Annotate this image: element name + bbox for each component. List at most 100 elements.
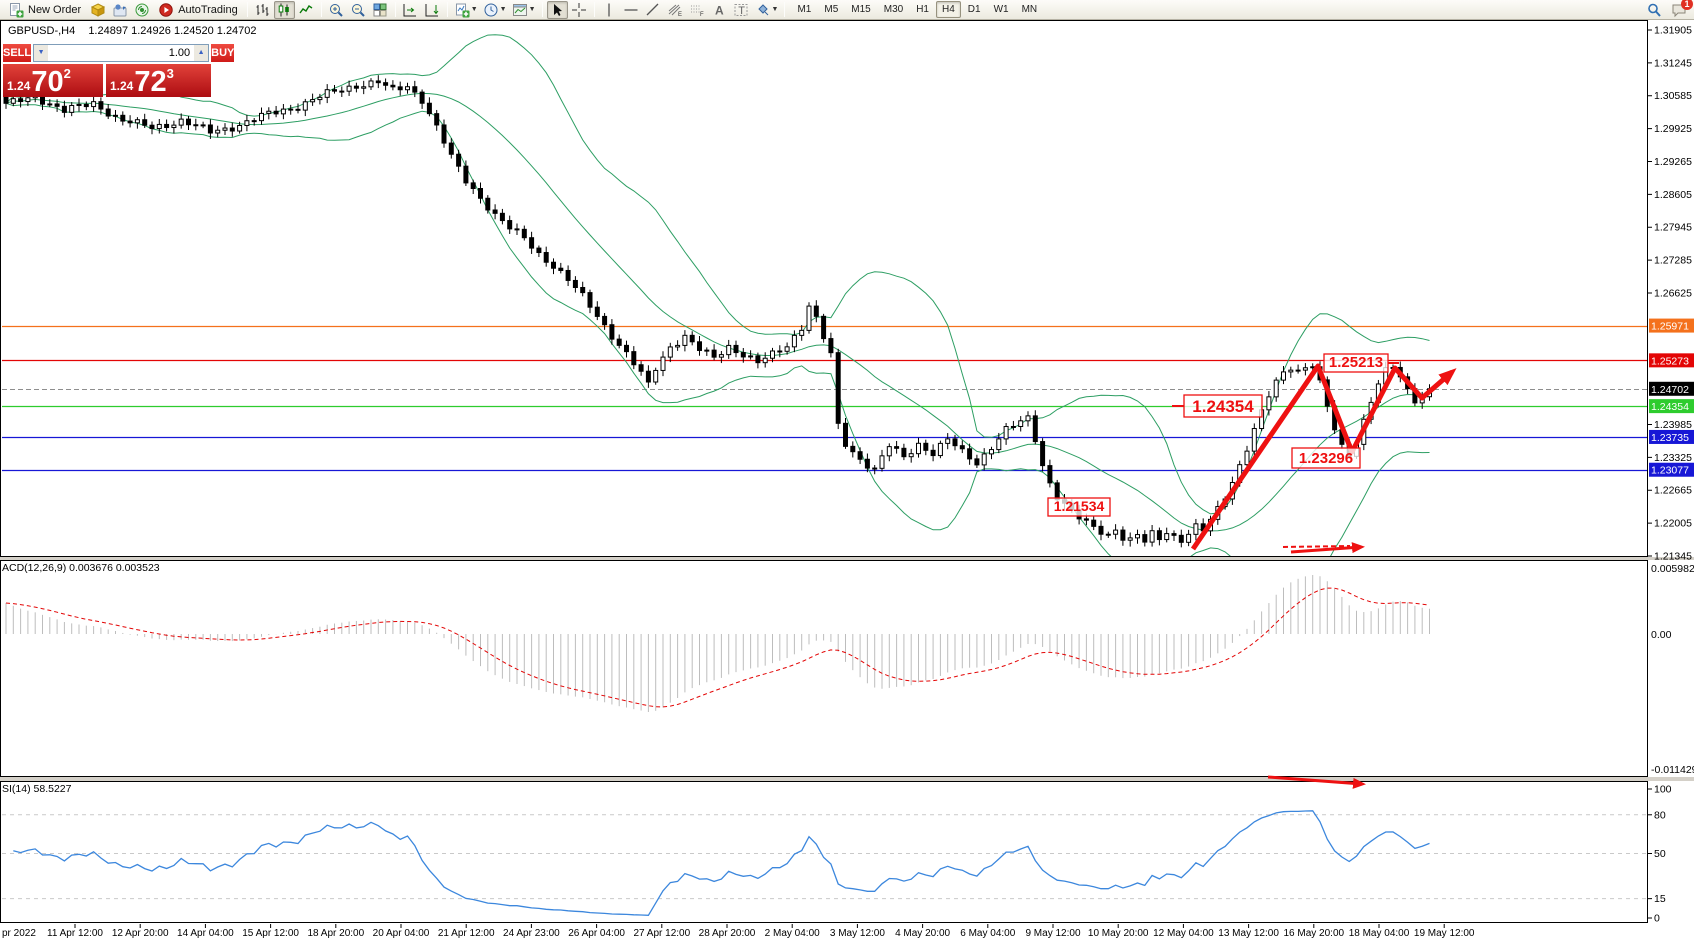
fibonacci-icon: E (667, 2, 683, 18)
toolbar: New Order AutoTrading (0, 0, 1694, 20)
buy-price-prefix: 1.24 (110, 79, 133, 93)
tile-windows-button[interactable] (370, 1, 391, 19)
svg-text:26 Apr 04:00: 26 Apr 04:00 (568, 928, 625, 939)
tf-w1[interactable]: W1 (988, 1, 1015, 18)
crosshair-tool-button[interactable] (569, 1, 590, 19)
svg-text:1.25273: 1.25273 (1651, 355, 1689, 367)
symbol-period: GBPUSD-,H4 (8, 25, 75, 37)
horizontal-line-tool[interactable] (621, 1, 642, 19)
trendline-icon (645, 2, 661, 18)
chart-canvas[interactable]: 1.319051.312451.305851.299251.292651.286… (0, 0, 1694, 940)
svg-text:100: 100 (1654, 784, 1672, 796)
fibonacci-fan-icon: F (689, 2, 705, 18)
text-a-icon: A (711, 2, 727, 18)
buy-price-big: 72 (134, 69, 166, 96)
profiles-button[interactable]: ▼ (481, 1, 509, 19)
text-tool[interactable]: A (709, 1, 730, 19)
svg-text:T: T (738, 5, 745, 17)
bar-chart-button[interactable] (252, 1, 273, 19)
svg-text:1.23735: 1.23735 (1651, 432, 1689, 444)
svg-text:13 May 12:00: 13 May 12:00 (1218, 928, 1279, 939)
svg-text:1.24354: 1.24354 (1192, 397, 1254, 416)
svg-text:6 May 04:00: 6 May 04:00 (960, 928, 1015, 939)
svg-text:50: 50 (1654, 848, 1666, 860)
svg-text:1.30585: 1.30585 (1654, 90, 1692, 102)
vertical-line-tool[interactable] (599, 1, 620, 19)
shapes-tool[interactable]: ▼ (753, 1, 781, 19)
svg-text:15 Apr 12:00: 15 Apr 12:00 (242, 928, 299, 939)
tf-m1[interactable]: M1 (791, 1, 817, 18)
svg-text:10 May 20:00: 10 May 20:00 (1088, 928, 1149, 939)
templates-button[interactable]: ▼ (510, 1, 538, 19)
tf-m5[interactable]: M5 (818, 1, 844, 18)
publish-icon (112, 2, 128, 18)
tf-h4[interactable]: H4 (936, 1, 961, 18)
buy-price-display[interactable]: 1.24 72 3 (106, 64, 211, 97)
zoom-in-button[interactable] (326, 1, 347, 19)
svg-text:1.23077: 1.23077 (1651, 465, 1689, 477)
chart-header: GBPUSD-,H4 1.24897 1.24926 1.24520 1.247… (8, 25, 257, 37)
buy-button[interactable]: BUY (211, 44, 234, 62)
autotrading-button[interactable]: AutoTrading (153, 1, 243, 19)
publish-button[interactable] (109, 1, 130, 19)
sell-button[interactable]: SELL (3, 44, 31, 62)
search-button[interactable] (1643, 1, 1664, 19)
svg-text:16 May 20:00: 16 May 20:00 (1283, 928, 1344, 939)
sell-price-display[interactable]: 1.24 70 2 (3, 64, 103, 97)
zoom-in-icon (328, 2, 344, 18)
trendline-tool[interactable] (643, 1, 664, 19)
svg-text:0.00: 0.00 (1651, 629, 1672, 641)
svg-text:A: A (715, 3, 724, 17)
svg-text:1.26625: 1.26625 (1654, 287, 1692, 299)
line-chart-button[interactable] (296, 1, 317, 19)
svg-text:1.29265: 1.29265 (1654, 156, 1692, 168)
notifications-button[interactable]: 1 (1668, 1, 1689, 19)
svg-text:21 Apr 12:00: 21 Apr 12:00 (438, 928, 495, 939)
tf-mn[interactable]: MN (1016, 1, 1044, 18)
shapes-icon (755, 2, 771, 18)
svg-text:12 May 04:00: 12 May 04:00 (1153, 928, 1214, 939)
auto-scroll-icon (424, 2, 440, 18)
sell-price-sup: 2 (64, 66, 71, 81)
new-chart-button[interactable]: ▼ (452, 1, 480, 19)
volume-input[interactable] (48, 45, 194, 61)
tile-windows-icon (372, 2, 388, 18)
clock-icon (483, 2, 499, 18)
fibonacci-tool[interactable]: E (665, 1, 686, 19)
dropdown-caret: ▼ (529, 6, 536, 13)
price-axis[interactable]: 1.319051.312451.305851.299251.292651.286… (1648, 25, 1694, 925)
tf-h1[interactable]: H1 (910, 1, 935, 18)
candlestick-chart-button[interactable] (274, 1, 295, 19)
chart-shift-button[interactable] (400, 1, 421, 19)
market-watch-button[interactable] (87, 1, 108, 19)
svg-text:15: 15 (1654, 893, 1666, 905)
fibonacci-fan-tool[interactable]: F (687, 1, 708, 19)
tf-m15[interactable]: M15 (845, 1, 876, 18)
svg-text:27 Apr 12:00: 27 Apr 12:00 (633, 928, 690, 939)
time-axis[interactable]: pr 202211 Apr 12:0012 Apr 20:0014 Apr 04… (2, 924, 1475, 939)
separator (321, 2, 322, 17)
new-order-button[interactable]: New Order (3, 1, 86, 19)
dropdown-caret: ▼ (500, 6, 507, 13)
price-annotation: 1.24354 (1172, 395, 1262, 417)
svg-text:1.23325: 1.23325 (1654, 452, 1692, 464)
tf-d1[interactable]: D1 (962, 1, 987, 18)
mt4-window: { "toolbar": { "new_order_label": "New O… (0, 0, 1694, 940)
svg-text:1.27945: 1.27945 (1654, 222, 1692, 234)
price-annotation: 1.21534 (1048, 498, 1110, 516)
cursor-tool-button[interactable] (547, 1, 568, 19)
separator (594, 2, 595, 17)
volume-down-button[interactable]: ▼ (34, 45, 48, 61)
svg-text:F: F (700, 12, 704, 18)
auto-scroll-button[interactable] (422, 1, 443, 19)
svg-text:14 Apr 04:00: 14 Apr 04:00 (177, 928, 234, 939)
svg-text:1.21534: 1.21534 (1054, 498, 1105, 514)
signals-button[interactable] (131, 1, 152, 19)
text-label-tool[interactable]: T (731, 1, 752, 19)
svg-text:4 May 20:00: 4 May 20:00 (895, 928, 950, 939)
volume-up-button[interactable]: ▲ (194, 45, 208, 61)
zoom-out-button[interactable] (348, 1, 369, 19)
toolbar-right: 1 (1643, 1, 1691, 19)
svg-text:-0.011429: -0.011429 (1651, 764, 1694, 776)
tf-m30[interactable]: M30 (878, 1, 909, 18)
